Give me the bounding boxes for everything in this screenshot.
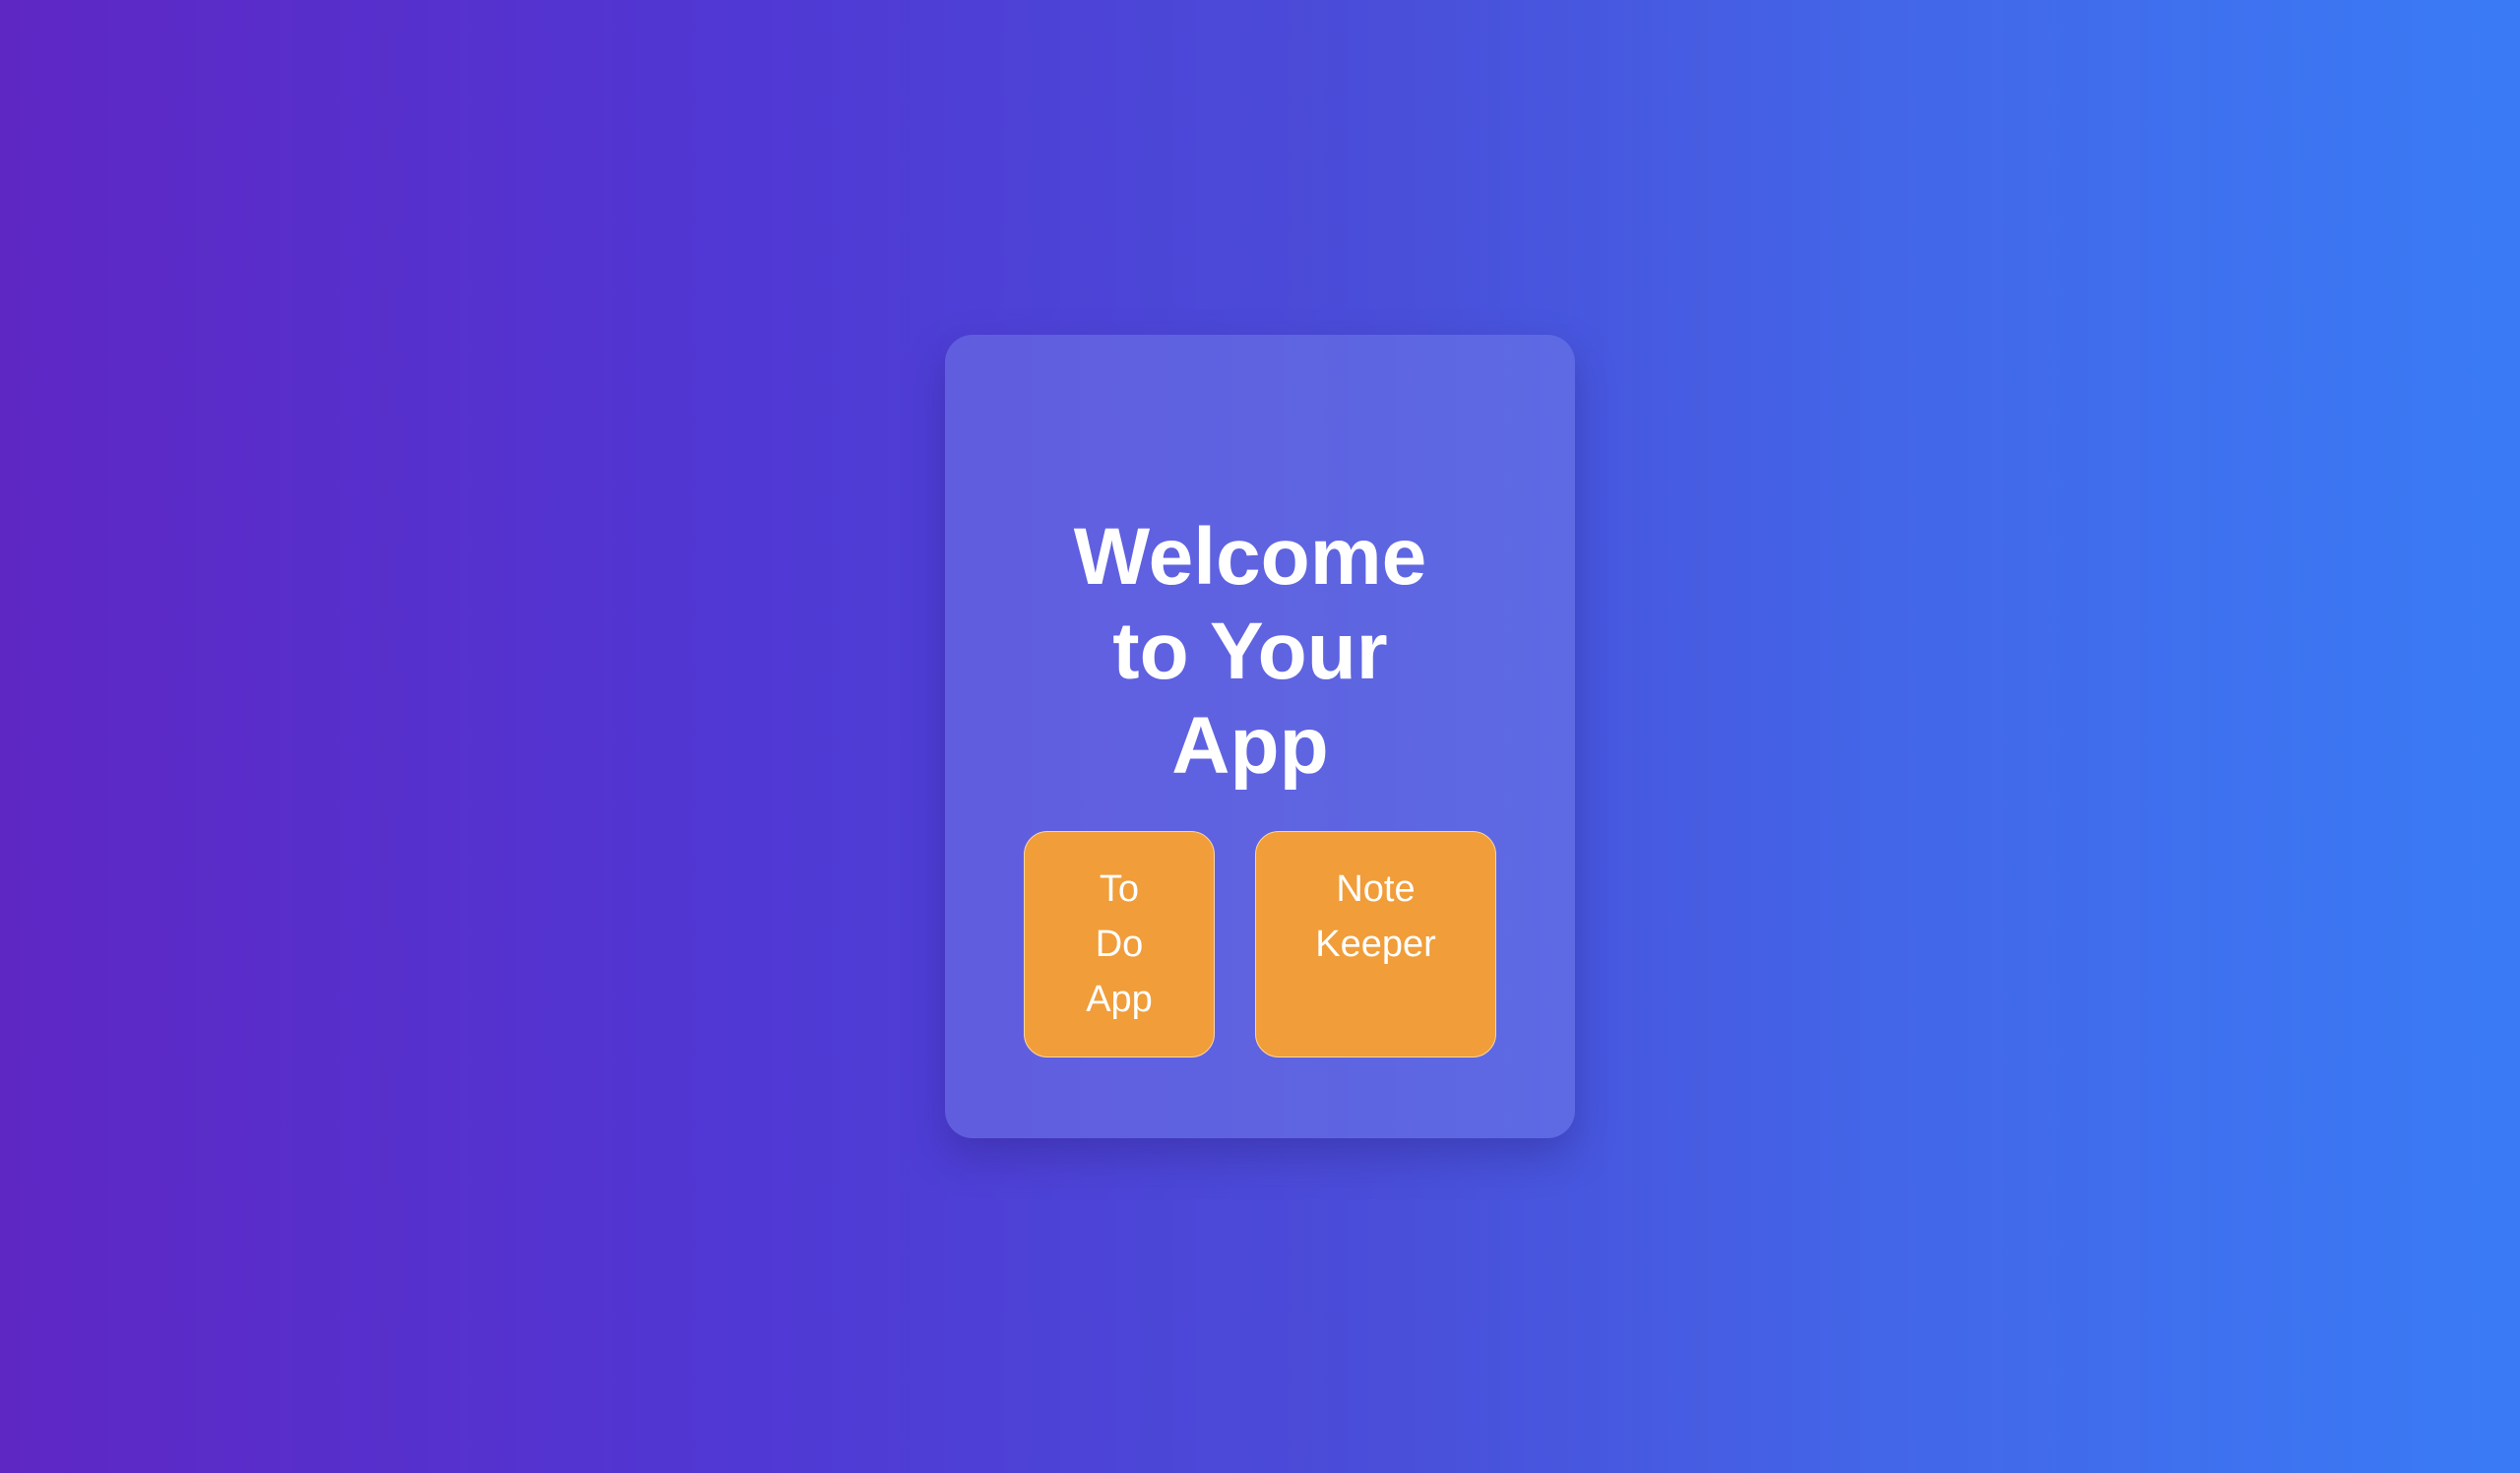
note-keeper-button[interactable]: Note Keeper: [1255, 831, 1496, 1057]
welcome-card: Welcome to Your App To Do App Note Keepe…: [945, 335, 1575, 1138]
todo-app-button[interactable]: To Do App: [1024, 831, 1215, 1057]
page-title: Welcome to Your App: [1073, 512, 1427, 791]
